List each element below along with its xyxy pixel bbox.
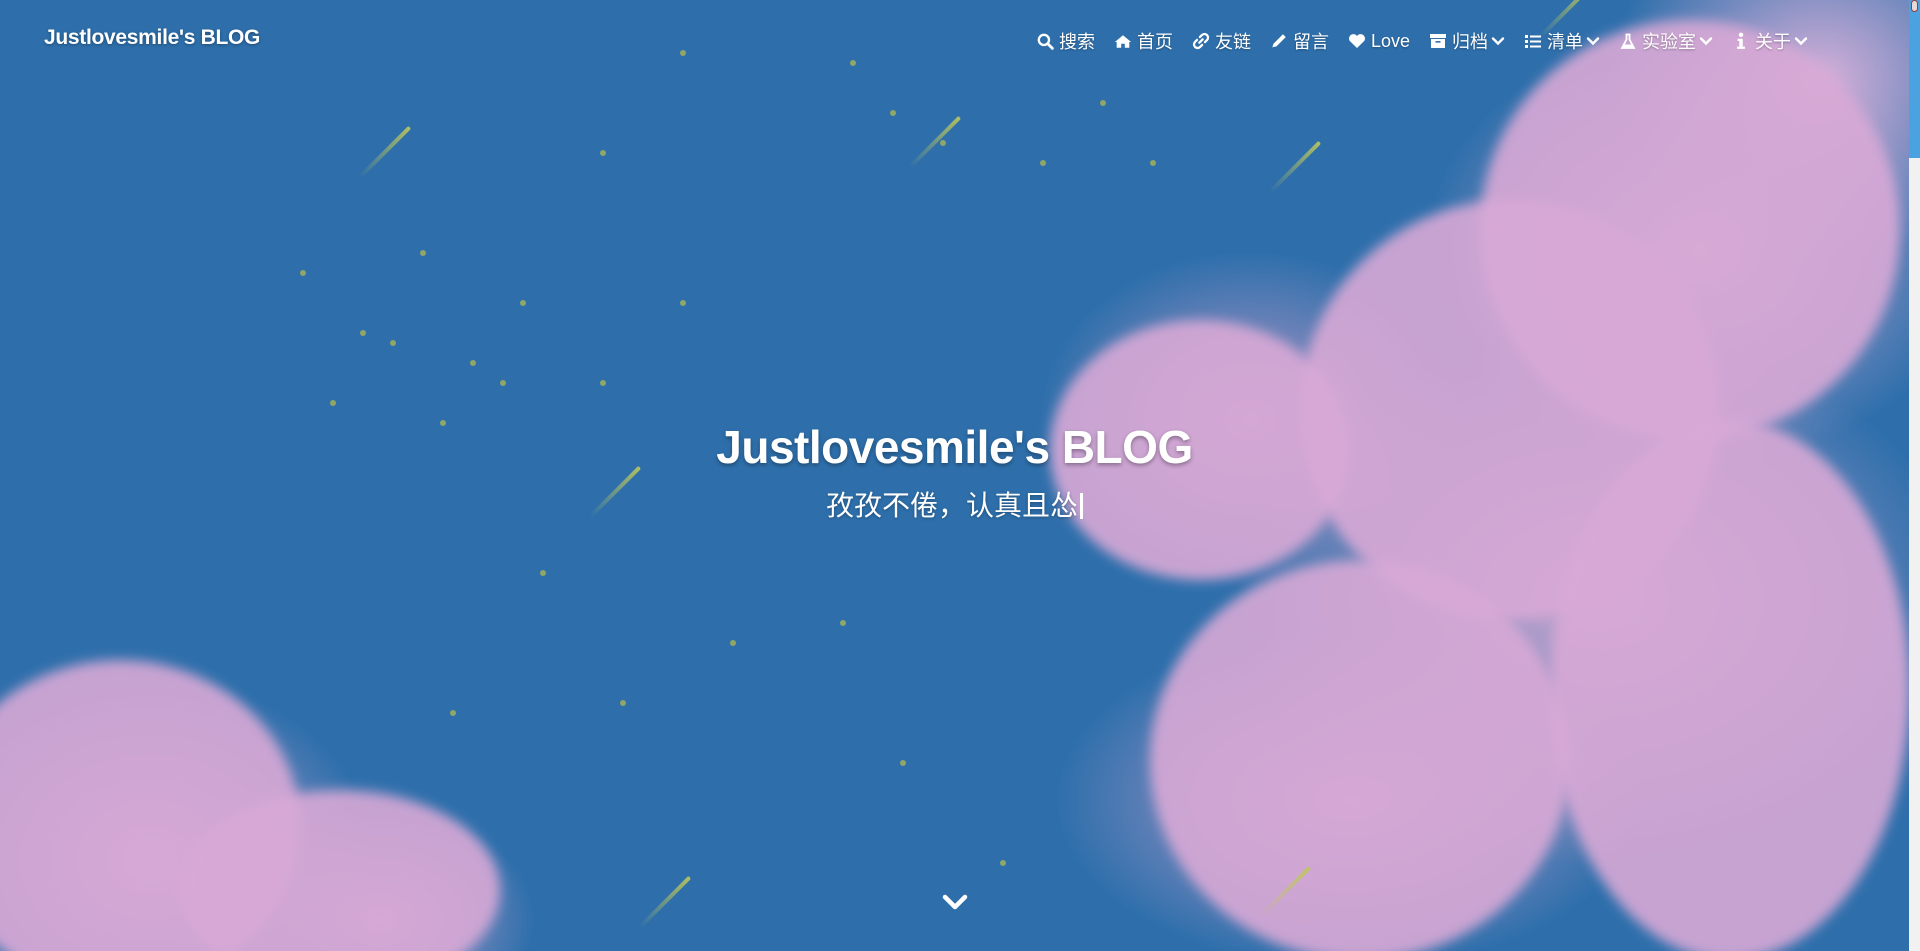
hero-title: Justlovesmile's BLOG [716,421,1193,473]
chevron-down-icon [1794,34,1808,48]
cloud [1150,560,1570,951]
home-icon [1114,32,1132,50]
nav-item-love[interactable]: Love [1348,31,1410,52]
nav-item-label: 友链 [1215,32,1251,52]
nav-item-label: 首页 [1137,32,1173,52]
hero-subtitle: 孜孜不倦，认真且怂 [0,484,1909,524]
archive-icon [1429,32,1447,50]
nav-item-list[interactable]: 清单 [1524,28,1600,54]
nav-item-label: Love [1371,30,1411,51]
nav-item-guestbook[interactable]: 留言 [1270,28,1329,54]
scrollbar-up-marker [1911,0,1918,12]
nav-item-archive[interactable]: 归档 [1429,28,1505,54]
chevron-down-icon [1699,34,1713,48]
search-icon [1036,32,1054,50]
flask-icon [1619,32,1637,50]
nav-item-label: 清单 [1547,32,1584,52]
nav-item-label: 归档 [1452,32,1489,52]
nav-item-label: 留言 [1293,32,1329,52]
list-icon [1524,32,1542,50]
cloud [1480,20,1900,440]
nav-menu: 搜索 首页 友链 留言 Love 归档 清单 实验室 关于 [1036,28,1827,54]
heart-icon [1348,32,1366,50]
nav-item-lab[interactable]: 实验室 [1619,28,1713,54]
nav-item-search[interactable]: 搜索 [1036,28,1095,54]
nav-item-about[interactable]: 关于 [1732,28,1808,54]
chevron-down-icon [1586,34,1600,48]
nav-item-links[interactable]: 友链 [1192,28,1251,54]
nav-item-label: 实验室 [1642,32,1697,52]
site-brand[interactable]: Justlovesmile's BLOG [44,26,260,50]
scrollbar[interactable] [1909,0,1920,951]
chevron-down-icon [942,894,968,910]
typing-cursor [1080,493,1083,519]
info-icon [1732,32,1750,50]
nav-item-home[interactable]: 首页 [1114,28,1173,54]
pencil-icon [1270,32,1288,50]
hero-subtitle-text: 孜孜不倦，认真且怂 [825,490,1078,521]
nav-item-label: 关于 [1755,32,1792,52]
scrollbar-thumb[interactable] [1909,0,1920,158]
nav-item-label: 搜索 [1059,32,1095,52]
navbar: Justlovesmile's BLOG 搜索 首页 友链 留言 Love 归档… [0,0,1909,80]
scroll-down-button[interactable] [941,892,969,914]
hero-text: Justlovesmile's BLOG 孜孜不倦，认真且怂 [0,420,1909,524]
link-icon [1192,32,1210,50]
chevron-down-icon [1491,34,1505,48]
